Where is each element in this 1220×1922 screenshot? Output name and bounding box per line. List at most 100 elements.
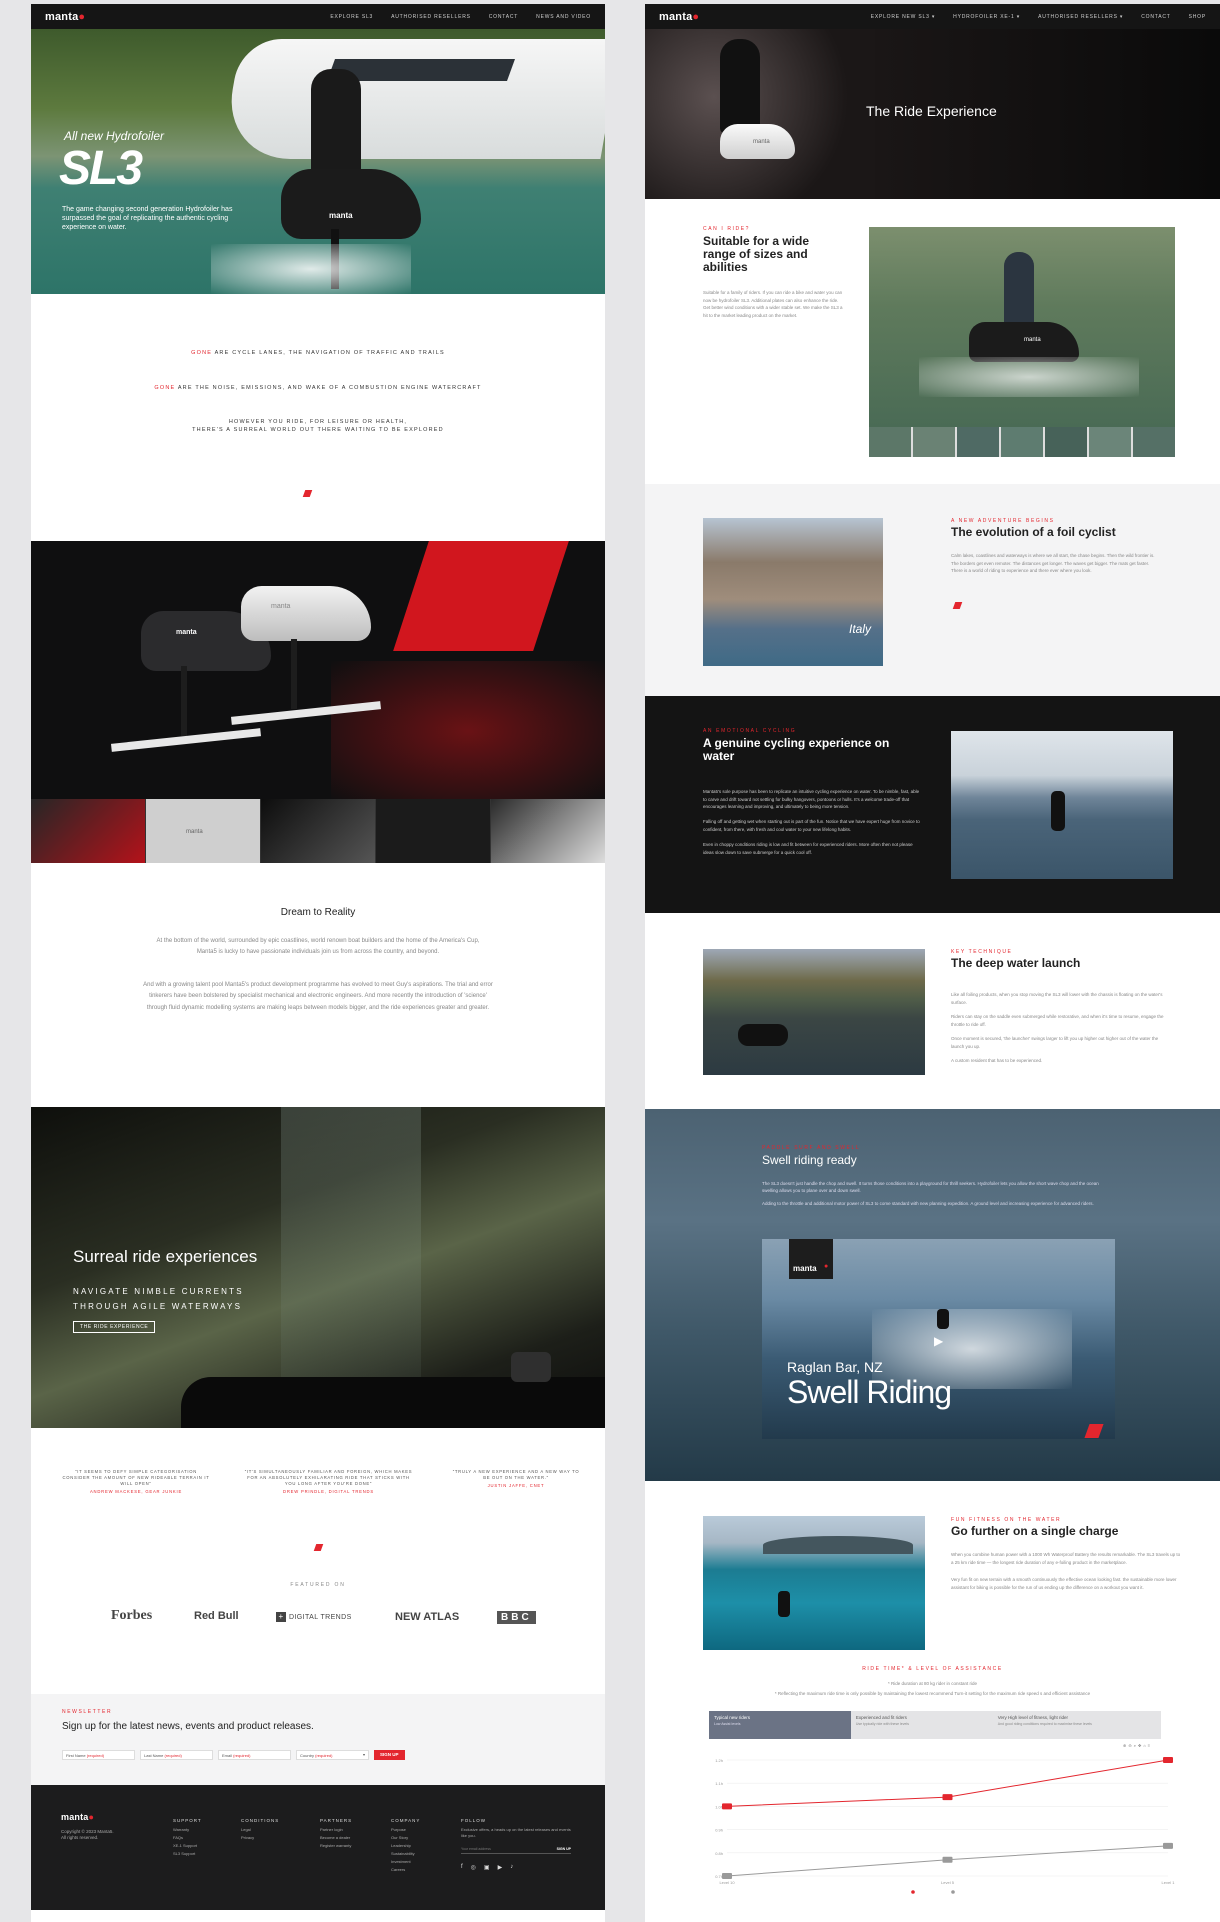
sizes-section: CAN I RIDE? Suitable for a wide range of… [645,199,1220,484]
nav-contact[interactable]: CONTACT [1141,14,1170,20]
thumb-3[interactable] [261,799,376,863]
thumb-2[interactable]: manta [146,799,261,863]
ride-hero-title: The Ride Experience [866,103,997,119]
quote-2: "IT'S SIMULTANEOUSLY FAMILIAR AND FOREIG… [241,1469,416,1494]
cycling-kicker: AN EMOTIONAL CYCLING [703,728,797,734]
right-logo[interactable]: manta● [659,11,699,23]
intro-line-3: HOWEVER YOU RIDE, FOR LEISURE OR HEALTH, [228,419,408,425]
instagram-icon[interactable]: ◎ [471,1864,476,1871]
size-thumb-1[interactable] [869,427,911,457]
newsletter-fields: First Name (required) Last Name (require… [62,1750,405,1760]
charge-title: Go further on a single charge [951,1524,1119,1538]
tab-very-high-fitness[interactable]: Very High level of fitness, light rider … [992,1711,1161,1739]
nav-authorised-resellers[interactable]: AUTHORISED RESELLERS ▾ [1038,14,1123,20]
quote-3-text: "TRULY A NEW EXPERIENCE AND A NEW WAY TO… [452,1469,580,1480]
intro-section: GONE ARE CYCLE LANES, THE NAVIGATION OF … [31,294,605,541]
dream-section: Dream to Reality At the bottom of the wo… [31,863,605,1107]
youtube-icon[interactable]: ▶ [498,1864,503,1871]
footer-email-input[interactable]: Your email address [461,1847,557,1851]
logo-bbc: BBC [497,1611,536,1624]
evolution-title: The evolution of a foil cyclist [951,525,1116,539]
country-select[interactable]: Country (required) ▾ [296,1750,369,1760]
footer-link[interactable]: Privacy [241,1835,279,1840]
footer-link[interactable]: Partner login [320,1827,352,1832]
footer-link[interactable]: Sustainability [391,1851,420,1856]
nav-explore-new-sl3[interactable]: EXPLORE NEW SL3 ▾ [871,14,935,20]
quote-3: "TRULY A NEW EXPERIENCE AND A NEW WAY TO… [451,1469,581,1488]
nav-authorised-resellers[interactable]: AUTHORISED RESELLERS [391,14,471,20]
footer-rights: All rights reserved. [61,1835,99,1840]
left-hero: manta All new Hydrofoiler SL3 The game c… [31,29,605,294]
hero-description: The game changing second generation Hydr… [62,206,233,232]
footer-link[interactable]: FAQs [173,1835,202,1840]
thumb-5[interactable] [491,799,605,863]
bike-logo-a: manta [176,629,197,636]
swell-video[interactable]: manta ● ▶ Raglan Bar, NZ Swell Riding [762,1239,1115,1439]
footer-link[interactable]: Register warranty [320,1843,352,1848]
product-section: manta manta [31,541,605,799]
red-slash-divider-2 [313,1544,324,1551]
footer-follow: FOLLOW Exclusive offers, a heads up on t… [461,1818,571,1871]
left-logo[interactable]: manta● [45,11,85,23]
swell-title: Swell riding ready [762,1153,857,1167]
chart-x-tick: Level 1 [1162,1880,1176,1885]
nav-contact[interactable]: CONTACT [489,14,518,20]
footer-link[interactable]: Careers [391,1867,420,1872]
play-icon[interactable]: ▶ [934,1334,943,1348]
charge-rider [778,1591,790,1617]
email-field[interactable]: Email (required) [218,1750,291,1760]
size-thumb-2[interactable] [913,427,955,457]
logo-new-atlas: NEW ATLAS [395,1611,460,1623]
nav-hydrofoiler-xe1[interactable]: HYDROFOILER XE-1 ▾ [953,14,1020,20]
tab-experienced-fit-riders[interactable]: Experienced and fit riders Use typically… [850,1711,993,1739]
footer-col-partners: PARTNERS Partner login Become a dealer R… [320,1818,353,1848]
first-name-field[interactable]: First Name (required) [62,1750,135,1760]
sign-up-button[interactable]: SIGN UP [374,1750,405,1760]
chart-y-tick: 1.2h [715,1758,723,1763]
size-thumb-4[interactable] [1001,427,1043,457]
size-thumb-5[interactable] [1045,427,1087,457]
footer-link[interactable]: Purpose [391,1827,420,1832]
handlebar-image [181,1377,605,1428]
cycling-p3: Even in choppy conditions riding is low … [703,842,913,855]
size-thumb-3[interactable] [957,427,999,457]
intro-line-1: GONE ARE CYCLE LANES, THE NAVIGATION OF … [191,350,445,356]
launch-rider [738,1024,788,1046]
chart-point [1163,1757,1173,1763]
nav-shop[interactable]: SHOP [1189,14,1206,20]
thumb-1[interactable] [31,799,146,863]
splash-2 [919,357,1139,397]
hero-bike-logo: manta [753,139,770,145]
footer-link[interactable]: XE-1 Support [173,1843,202,1848]
footer-signup-button[interactable]: SIGN UP [557,1847,571,1851]
left-nav: manta● EXPLORE SL3 AUTHORISED RESELLERS … [31,4,605,29]
footer-link[interactable]: Our Story [391,1835,420,1840]
tab-typical-new-riders[interactable]: Typical new riders Low Assist levels [709,1711,851,1739]
bike-mast-1 [181,666,187,736]
tiktok-icon[interactable]: ♪ [510,1864,513,1871]
size-thumb-6[interactable] [1089,427,1131,457]
footer-col-company: COMPANY Purpose Our Story Leadership Sus… [391,1818,421,1872]
footer-link[interactable]: Warranty [173,1827,202,1832]
size-thumb-7[interactable] [1133,427,1175,457]
footer-link[interactable]: Investment [391,1859,420,1864]
footer-logo[interactable]: manta● [61,1812,94,1822]
last-name-field[interactable]: Last Name (required) [140,1750,213,1760]
ride-experience-button[interactable]: THE RIDE EXPERIENCE [73,1321,156,1333]
footer-link[interactable]: Legal [241,1827,279,1832]
hero-title: SL3 [59,142,143,195]
chart-y-tick: 0.7h [715,1874,723,1879]
island-shape [763,1536,913,1554]
nav-news-and-video[interactable]: NEWS AND VIDEO [536,14,591,20]
footer-link[interactable]: SL3 Support [173,1851,202,1856]
footer-link[interactable]: Leadership [391,1843,420,1848]
linkedin-icon[interactable]: ▣ [484,1864,490,1871]
thumb-4[interactable] [376,799,491,863]
nav-explore-sl3[interactable]: EXPLORE SL3 [330,14,373,20]
right-page: manta● EXPLORE NEW SL3 ▾ HYDROFOILER XE-… [645,4,1220,1922]
facebook-icon[interactable]: f [461,1864,463,1871]
charge-image [703,1516,925,1650]
chart-legend-marker [911,1890,915,1894]
charge-section: FUN FITNESS ON THE WATER Go further on a… [645,1481,1220,1650]
footer-link[interactable]: Become a dealer [320,1835,352,1840]
